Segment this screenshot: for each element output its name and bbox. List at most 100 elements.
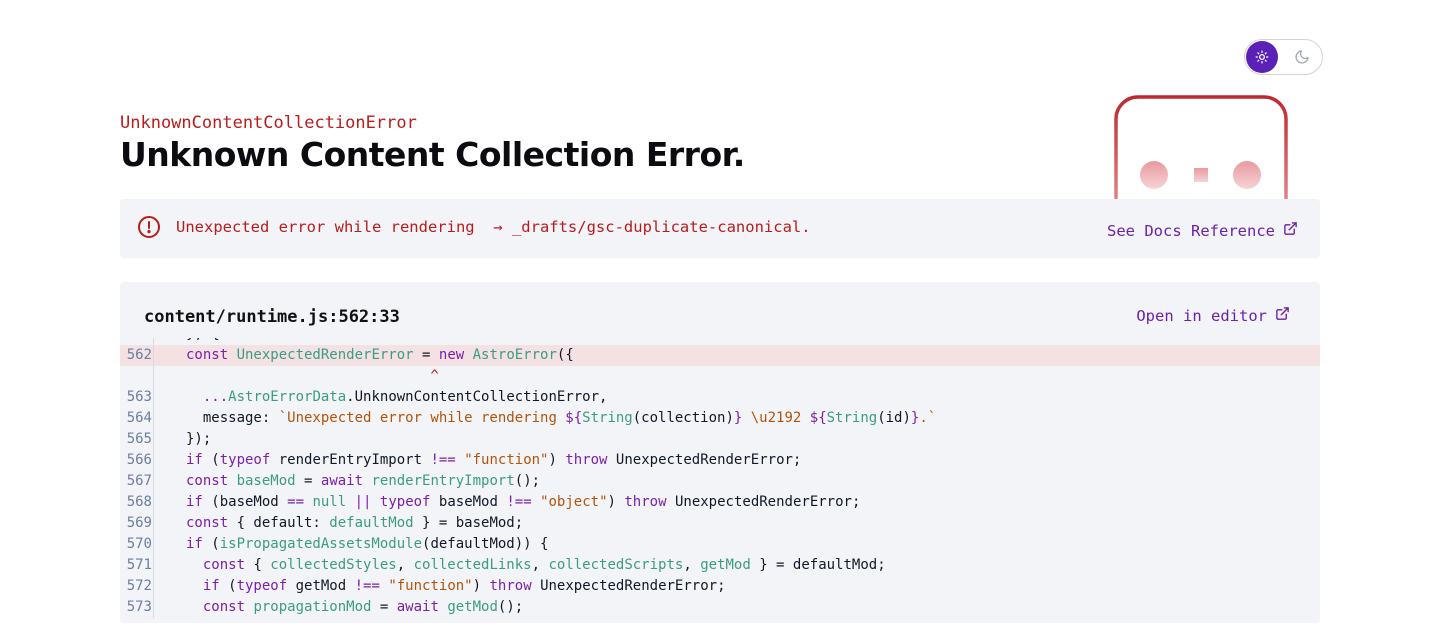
code-token: ( [202, 536, 220, 552]
code-token: } = defaultMod; [750, 557, 886, 573]
code-token: ^ [186, 368, 439, 384]
line-code: }); [154, 429, 211, 450]
code-line: 571 const { collectedStyles, collectedLi… [120, 555, 1320, 576]
line-number: 563 [120, 387, 154, 408]
line-code: if (isPropagatedAssetsModule(defaultMod)… [154, 534, 548, 555]
code-token: } = baseMod; [413, 515, 524, 531]
code-token: { default: [236, 515, 330, 531]
code-line: 563 ...AstroErrorData.UnknownContentColl… [120, 387, 1320, 408]
code-token: renderEntryImport [270, 452, 431, 468]
code-token: ${ [565, 410, 583, 426]
code-token: null [312, 494, 347, 510]
external-link-icon [1275, 306, 1290, 326]
code-token: UnexpectedRenderError [236, 347, 414, 363]
line-number: 564 [120, 408, 154, 429]
code-token: (); [514, 473, 541, 489]
code-token: || [354, 494, 372, 510]
code-token: `Unexpected error while rendering [278, 410, 566, 426]
line-code: ...AstroErrorData.UnknownContentCollecti… [154, 387, 608, 408]
code-token: new [438, 347, 473, 363]
line-number: 570 [120, 534, 154, 555]
code-token: await [396, 599, 448, 615]
line-code: if (typeof getMod !== "function") throw … [154, 576, 726, 597]
code-token: const [186, 557, 254, 573]
code-token: : [261, 410, 279, 426]
code-line: 573 const propagationMod = await getMod(… [120, 597, 1320, 618]
code-token: AstroError [472, 347, 557, 363]
code-token: ) [548, 452, 566, 468]
line-code: }, { [154, 338, 220, 345]
code-line: 566 if (typeof renderEntryImport !== "fun… [120, 450, 1320, 471]
code-token: UnexpectedRenderError; [531, 578, 726, 594]
page-title: Unknown Content Collection Error. [120, 135, 745, 174]
code-token: baseMod [236, 473, 296, 489]
code-token: "function" [388, 578, 473, 594]
code-token: if [186, 494, 203, 510]
line-code: const { collectedStyles, collectedLinks,… [154, 555, 886, 576]
code-token: \u2192 [742, 410, 810, 426]
code-caret-row: ^ [120, 366, 1320, 387]
code-token: AstroErrorData [228, 389, 347, 405]
code-token: const [186, 473, 237, 489]
code-line: 570 if (isPropagatedAssetsModule(defaultM… [120, 534, 1320, 555]
code-token: !== [354, 578, 380, 594]
code-token: defaultMod [329, 515, 414, 531]
code-token: (defaultMod)) { [422, 536, 549, 552]
moon-icon[interactable] [1293, 48, 1311, 66]
code-lines: 561}, {562const UnexpectedRenderError = … [120, 338, 1320, 618]
line-number: 565 [120, 429, 154, 450]
code-token: , [531, 557, 549, 573]
line-number: 568 [120, 492, 154, 513]
code-token: , [396, 557, 414, 573]
line-code: message: `Unexpected error while renderi… [154, 408, 936, 429]
line-number: 572 [120, 576, 154, 597]
line-number: 569 [120, 513, 154, 534]
code-token: ) [607, 494, 625, 510]
docs-reference-link[interactable]: See Docs Reference [1107, 221, 1298, 241]
code-token: !== [430, 452, 456, 468]
open-in-editor-link[interactable]: Open in editor [1136, 306, 1290, 326]
line-number: 562 [120, 345, 154, 366]
error-message-box: Unexpected error while rendering → _draf… [120, 199, 1320, 258]
code-token: baseMod [430, 494, 507, 510]
astro-error-logo [1114, 95, 1288, 205]
code-token: typeof [236, 578, 288, 594]
code-line: 561 }, { [120, 338, 1320, 345]
line-code: if (typeof renderEntryImport !== "functi… [154, 450, 801, 471]
theme-toggle[interactable] [1244, 39, 1323, 75]
code-token: }); [186, 431, 212, 447]
code-line: 564 message: `Unexpected error while ren… [120, 408, 1320, 429]
code-token: (baseMod [202, 494, 288, 510]
code-token: ${ [809, 410, 827, 426]
code-token: const [186, 347, 237, 363]
sun-icon[interactable] [1246, 41, 1278, 73]
code-token: UnexpectedRenderError; [607, 452, 802, 468]
code-token: collectedScripts [548, 557, 684, 573]
code-token: String [826, 410, 878, 426]
line-number: 567 [120, 471, 154, 492]
code-token: ) [472, 578, 490, 594]
code-token: UnexpectedRenderError; [666, 494, 861, 510]
line-number: 561 [120, 338, 154, 345]
code-line: 562 const UnexpectedRenderError = new Ast… [120, 345, 1320, 366]
code-token: .` [919, 410, 937, 426]
code-token: (id) [877, 410, 911, 426]
code-body[interactable]: 561}, {562const UnexpectedRenderError = … [120, 338, 1320, 623]
error-message: Unexpected error while rendering → _draf… [176, 218, 811, 236]
line-code: if (baseMod == null || typeof baseMod !=… [154, 492, 860, 513]
code-token: == [287, 494, 305, 510]
code-line: 569 const { default: defaultMod } = baseM… [120, 513, 1320, 534]
code-token: throw [624, 494, 667, 510]
code-panel: content/runtime.js:562:33 Open in editor… [120, 282, 1320, 623]
error-circle-icon [137, 215, 161, 239]
line-code: const baseMod = await renderEntryImport(… [154, 471, 540, 492]
code-token: collectedStyles [270, 557, 397, 573]
code-token: if [186, 536, 203, 552]
code-token: typeof [219, 452, 271, 468]
code-token: }, { [186, 338, 220, 342]
file-path: content/runtime.js:562:33 [144, 307, 400, 327]
code-token: = [413, 347, 439, 363]
